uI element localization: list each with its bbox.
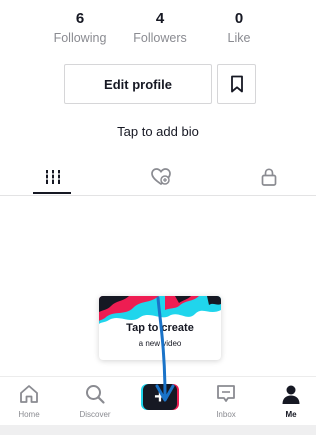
nav-home[interactable]: Home: [4, 383, 54, 419]
nav-me[interactable]: Me: [266, 383, 316, 419]
inbox-icon: [217, 385, 235, 402]
following-count: 6: [75, 10, 85, 27]
followers-label: Followers: [133, 31, 187, 45]
nav-discover[interactable]: Discover: [70, 383, 120, 419]
nav-discover-label: Discover: [79, 410, 111, 419]
followers-stat[interactable]: 4 Followers: [115, 10, 205, 47]
create-button[interactable]: +: [141, 384, 179, 410]
following-stat[interactable]: 6 Following: [35, 10, 125, 47]
tab-liked[interactable]: [121, 158, 201, 196]
search-icon: [86, 385, 105, 404]
person-icon: [282, 385, 300, 404]
nav-inbox-label: Inbox: [216, 410, 236, 419]
nav-me-label: Me: [285, 410, 297, 419]
grid-icon: [44, 170, 62, 184]
system-bar: [0, 425, 316, 435]
create-card-subtitle: a new video: [138, 339, 182, 348]
profile-tabs: [0, 158, 316, 196]
profile-stats: 6 Following 4 Followers 0 Like: [0, 10, 316, 50]
followers-count: 4: [155, 10, 165, 27]
tab-private[interactable]: [229, 158, 309, 196]
following-label: Following: [53, 31, 107, 45]
bookmark-icon: [230, 75, 243, 93]
active-tab-indicator: [33, 192, 71, 194]
likes-label: Like: [227, 31, 251, 45]
add-bio-prompt[interactable]: Tap to add bio: [0, 124, 316, 139]
create-video-card[interactable]: Tap to create a new video: [99, 296, 221, 360]
likes-count: 0: [234, 10, 244, 27]
nav-inbox[interactable]: Inbox: [201, 383, 251, 419]
liked-heart-icon: [151, 168, 171, 186]
home-icon: [20, 385, 38, 403]
plus-icon: +: [143, 384, 177, 410]
nav-home-label: Home: [18, 410, 40, 419]
create-card-title: Tap to create: [126, 322, 194, 334]
lock-icon: [261, 168, 277, 186]
tab-videos[interactable]: [13, 158, 93, 196]
likes-stat[interactable]: 0 Like: [194, 10, 284, 47]
edit-profile-button[interactable]: Edit profile: [64, 64, 212, 104]
favorites-button[interactable]: [217, 64, 256, 104]
